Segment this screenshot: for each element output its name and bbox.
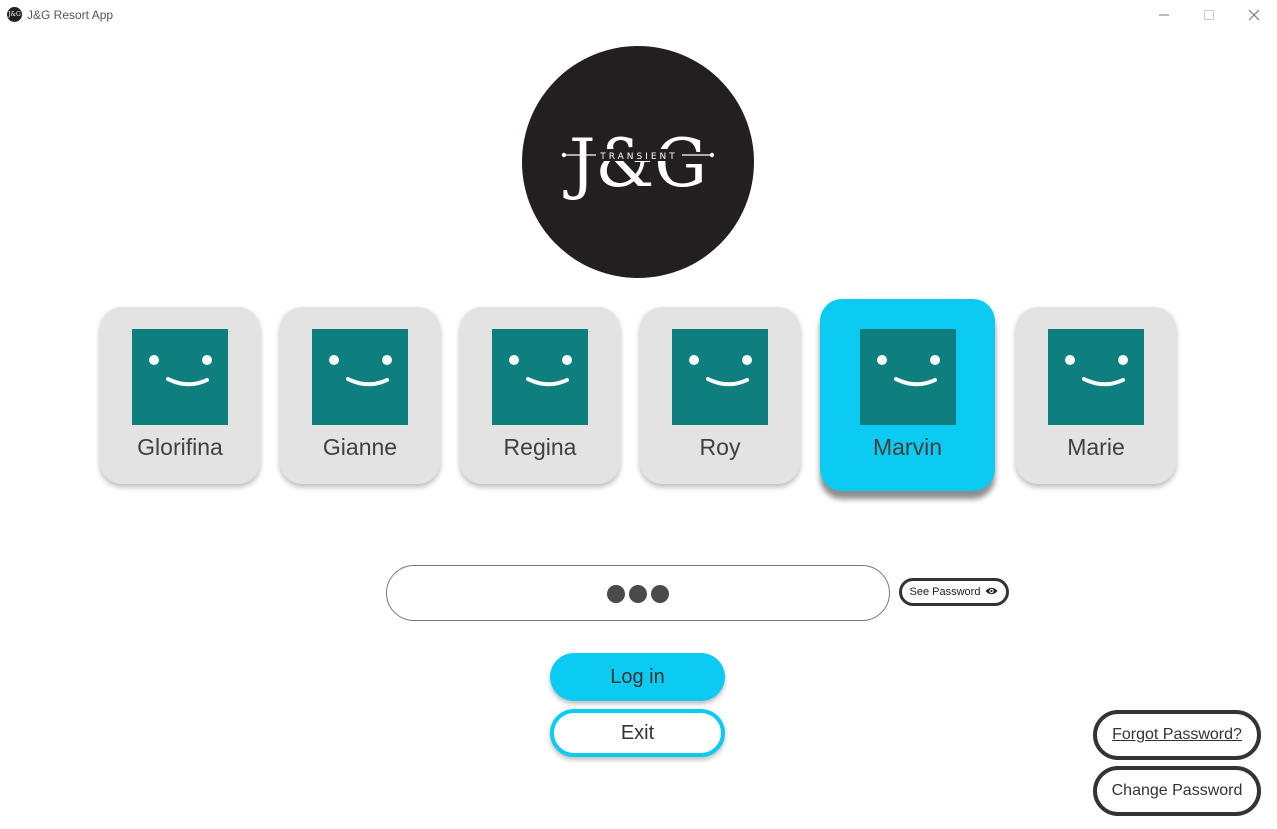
user-card-glorifina[interactable]: Glorifina (100, 307, 260, 484)
eye-icon (985, 586, 998, 599)
see-password-label: See Password (909, 586, 981, 598)
brand-logo: J&G TRANSIENT (522, 46, 754, 278)
logo-main-text: J&G (563, 125, 707, 202)
exit-button[interactable]: Exit (550, 709, 725, 757)
user-name: Glorifina (137, 434, 223, 460)
password-input[interactable] (386, 565, 890, 621)
password-dot (651, 585, 669, 603)
user-card-gianne[interactable]: Gianne (280, 307, 440, 484)
password-dot (607, 585, 625, 603)
title-bar: J&G J&G Resort App (0, 0, 1277, 30)
password-dot (629, 585, 647, 603)
app-logo-icon: J&G (7, 7, 22, 22)
user-name: Gianne (322, 434, 398, 460)
see-password-button[interactable]: See Password (899, 578, 1009, 606)
logo-sub-text: TRANSIENT (599, 152, 678, 162)
avatar (312, 329, 408, 425)
avatar (1048, 329, 1144, 425)
avatar (672, 329, 768, 425)
forgot-password-button[interactable]: Forgot Password? (1093, 710, 1261, 760)
user-name: Marie (1067, 434, 1125, 460)
avatar (860, 329, 956, 425)
user-name: Regina (503, 434, 577, 460)
login-button[interactable]: Log in (550, 653, 725, 701)
password-mask (387, 585, 889, 608)
user-card-regina[interactable]: Regina (460, 307, 620, 484)
user-name: Roy (699, 434, 741, 460)
user-card-marie[interactable]: Marie (1016, 307, 1176, 484)
change-password-button[interactable]: Change Password (1093, 766, 1261, 816)
avatar (492, 329, 588, 425)
minimize-icon[interactable] (1141, 0, 1187, 30)
maximize-icon[interactable] (1186, 0, 1232, 30)
avatar (132, 329, 228, 425)
close-icon[interactable] (1231, 0, 1277, 30)
user-card-roy[interactable]: Roy (640, 307, 800, 484)
user-name: Marvin (872, 434, 942, 460)
window-title: J&G Resort App (27, 8, 114, 22)
user-card-marvin[interactable]: Marvin (820, 299, 995, 491)
